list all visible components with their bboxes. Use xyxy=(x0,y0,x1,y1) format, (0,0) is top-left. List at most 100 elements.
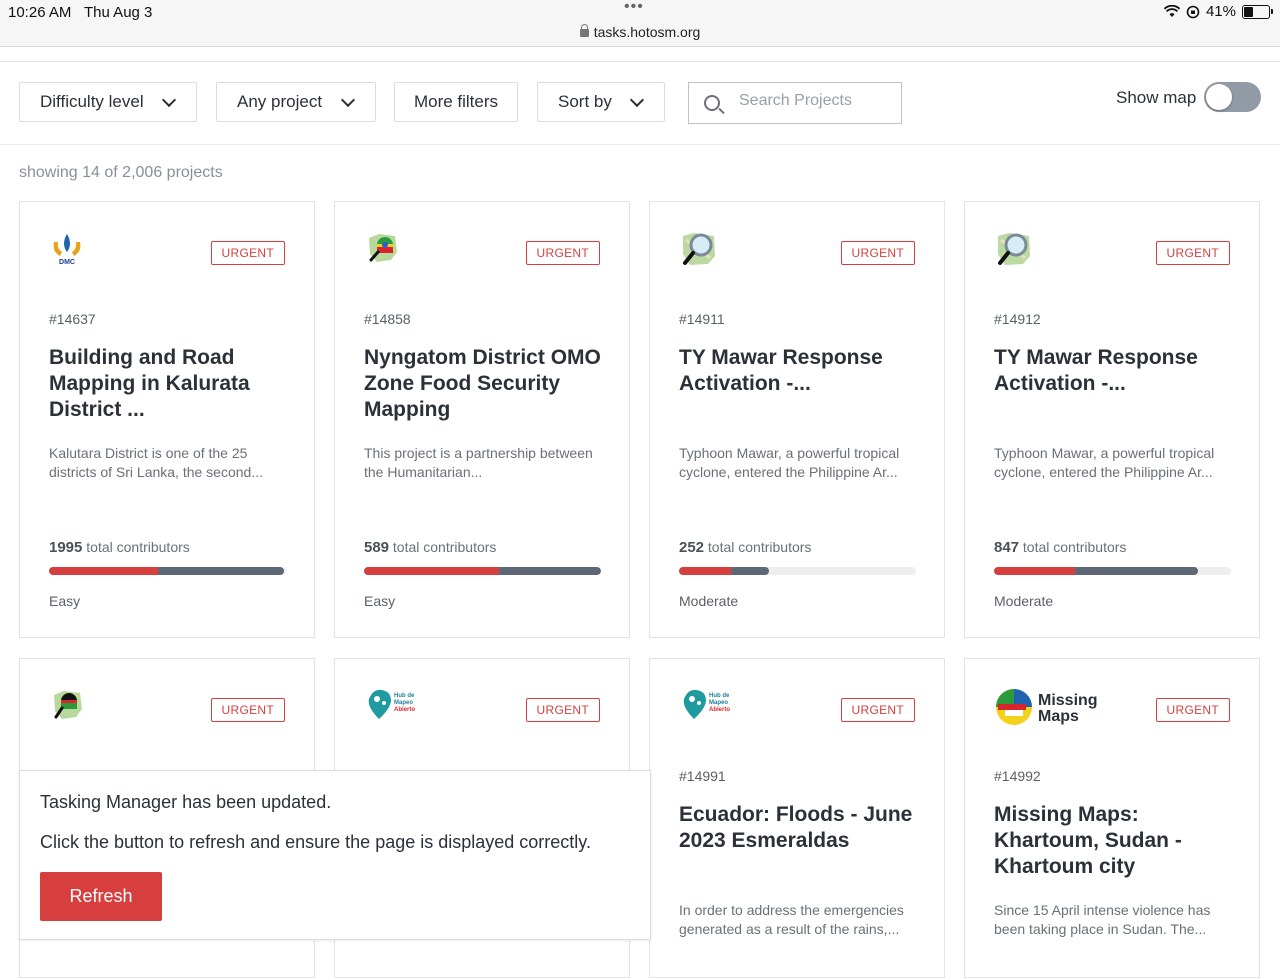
urgent-badge: URGENT xyxy=(840,241,915,265)
hub-mapeo-abierto-logo: Hub de Mapeo Abierto xyxy=(680,687,742,728)
contributor-label: total contributors xyxy=(707,539,812,555)
project-card[interactable]: Hub de Mapeo Abierto URGENT #14991 Ecuad… xyxy=(649,658,945,978)
battery-percent: 41% xyxy=(1205,3,1236,20)
mapped-fill xyxy=(364,567,500,575)
mapped-fill xyxy=(49,567,159,575)
difficulty-label: Difficulty level xyxy=(40,92,144,111)
browser-status-bar: 10:26 AM Thu Aug 3 ••• tasks.hotosm.org … xyxy=(0,0,1280,47)
chevron-down-icon xyxy=(161,92,177,107)
project-description: Typhoon Mawar, a powerful tropical cyclo… xyxy=(994,445,1215,480)
project-title[interactable]: Building and Road Mapping in Kalurata Di… xyxy=(49,345,289,423)
contributor-count: 252 xyxy=(679,539,705,556)
urgent-badge: URGENT xyxy=(840,698,915,722)
system-indicators: 41% xyxy=(1163,3,1273,20)
osm-magnifier-logo xyxy=(995,230,1033,273)
project-id: #14637 xyxy=(49,311,96,327)
contributor-count: 1995 xyxy=(49,539,83,556)
contributor-count: 847 xyxy=(994,539,1020,556)
contributors: 589 total contributors xyxy=(364,539,496,556)
progress-bar xyxy=(679,567,916,575)
difficulty-dropdown[interactable]: Difficulty level xyxy=(19,82,197,122)
battery-icon xyxy=(1242,4,1273,19)
results-count: showing 14 of 2,006 projects xyxy=(19,164,223,181)
filter-bar: Difficulty level Any project More filter… xyxy=(0,62,1280,145)
progress-bar xyxy=(364,567,601,575)
difficulty: Moderate xyxy=(994,593,1054,609)
project-title[interactable]: TY Mawar Response Activation -... xyxy=(994,345,1234,397)
project-description: Since 15 April intense violence has been… xyxy=(994,902,1211,937)
contributor-label: total contributors xyxy=(86,539,190,555)
svg-text:Abierto: Abierto xyxy=(394,707,415,713)
osm-magnifier-logo xyxy=(680,230,718,273)
project-title[interactable]: Nyngatom District OMO Zone Food Security… xyxy=(364,345,604,423)
sort-dropdown[interactable]: Sort by xyxy=(537,82,665,122)
contributors: 1995 total contributors xyxy=(49,539,190,556)
svg-text:Hub de: Hub de xyxy=(394,693,415,699)
show-map-toggle[interactable] xyxy=(1204,82,1261,112)
svg-text:Mapeo: Mapeo xyxy=(394,700,413,706)
rotation-lock-icon xyxy=(1186,5,1200,18)
search-box[interactable] xyxy=(688,82,902,124)
project-card[interactable]: URGENT #14911 TY Mawar Response Activati… xyxy=(649,201,945,638)
project-id: #14911 xyxy=(679,311,725,327)
project-description: Typhoon Mawar, a powerful tropical cyclo… xyxy=(679,445,900,480)
urgent-badge: URGENT xyxy=(1155,698,1230,722)
date: Thu Aug 3 xyxy=(84,4,153,21)
address-bar[interactable]: tasks.hotosm.org xyxy=(0,24,1280,40)
more-filters-label: More filters xyxy=(413,92,499,111)
search-icon xyxy=(704,95,720,111)
urgent-badge: URGENT xyxy=(210,241,285,265)
svg-text:Mapeo: Mapeo xyxy=(709,700,728,706)
search-input[interactable] xyxy=(737,91,891,111)
urgent-badge: URGENT xyxy=(525,698,600,722)
project-title[interactable]: TY Mawar Response Activation -... xyxy=(679,345,919,397)
svg-text:Missing: Missing xyxy=(1038,692,1098,709)
more-dots-icon[interactable]: ••• xyxy=(624,0,644,16)
more-filters-button[interactable]: More filters xyxy=(394,82,518,122)
project-card[interactable]: URGENT #14858 Nyngatom District OMO Zone… xyxy=(334,201,630,638)
project-id: #14991 xyxy=(679,768,726,784)
contributors: 847 total contributors xyxy=(994,539,1126,556)
difficulty: Easy xyxy=(49,593,81,609)
project-id: #14992 xyxy=(994,768,1041,784)
svg-text:Abierto: Abierto xyxy=(709,707,730,713)
hub-mapeo-abierto-logo: Hub de Mapeo Abierto xyxy=(365,687,427,728)
malawi-map-logo xyxy=(50,687,86,728)
project-title[interactable]: Missing Maps: Khartoum, Sudan - Khartoum… xyxy=(994,802,1234,880)
svg-text:Hub de: Hub de xyxy=(709,693,730,699)
contributors: 252 total contributors xyxy=(679,539,811,556)
notification-title: Tasking Manager has been updated. xyxy=(40,792,332,812)
sort-label: Sort by xyxy=(558,92,612,111)
urgent-badge: URGENT xyxy=(525,241,600,265)
project-card[interactable]: DMC URGENT #14637 Building and Road Mapp… xyxy=(19,201,315,638)
missing-maps-logo: Missing Maps xyxy=(995,687,1105,732)
update-notification: Tasking Manager has been updated. Click … xyxy=(19,770,651,940)
difficulty: Easy xyxy=(364,593,396,609)
project-card[interactable]: URGENT #14912 TY Mawar Response Activati… xyxy=(964,201,1260,638)
project-dropdown[interactable]: Any project xyxy=(216,82,376,122)
svg-text:DMC: DMC xyxy=(59,259,75,266)
url-text: tasks.hotosm.org xyxy=(593,24,701,40)
project-id: #14912 xyxy=(994,311,1041,327)
clock: 10:26 AM xyxy=(8,4,72,21)
refresh-button[interactable]: Refresh xyxy=(40,872,162,921)
project-title[interactable]: Ecuador: Floods - June 2023 Esmeraldas xyxy=(679,802,919,854)
chevron-down-icon xyxy=(629,92,645,107)
mapped-fill xyxy=(679,567,732,575)
dmc-sri-lanka-logo: DMC xyxy=(50,230,84,275)
project-id: #14858 xyxy=(364,311,411,327)
urgent-badge: URGENT xyxy=(1155,241,1230,265)
project-card[interactable]: Missing Maps URGENT #14992 Missing Maps:… xyxy=(964,658,1260,978)
chevron-down-icon xyxy=(340,92,356,107)
project-label: Any project xyxy=(237,92,323,111)
ethiopia-map-logo xyxy=(365,230,401,271)
urgent-badge: URGENT xyxy=(210,698,285,722)
mapped-fill xyxy=(994,567,1075,575)
show-map-label: Show map xyxy=(1116,88,1197,107)
progress-bar xyxy=(994,567,1231,575)
contributor-count: 589 xyxy=(364,539,390,556)
wifi-icon xyxy=(1163,5,1180,17)
contributor-label: total contributors xyxy=(1022,539,1127,555)
toggle-knob xyxy=(1206,84,1232,110)
project-description: Kalutara District is one of the 25 distr… xyxy=(49,445,263,480)
